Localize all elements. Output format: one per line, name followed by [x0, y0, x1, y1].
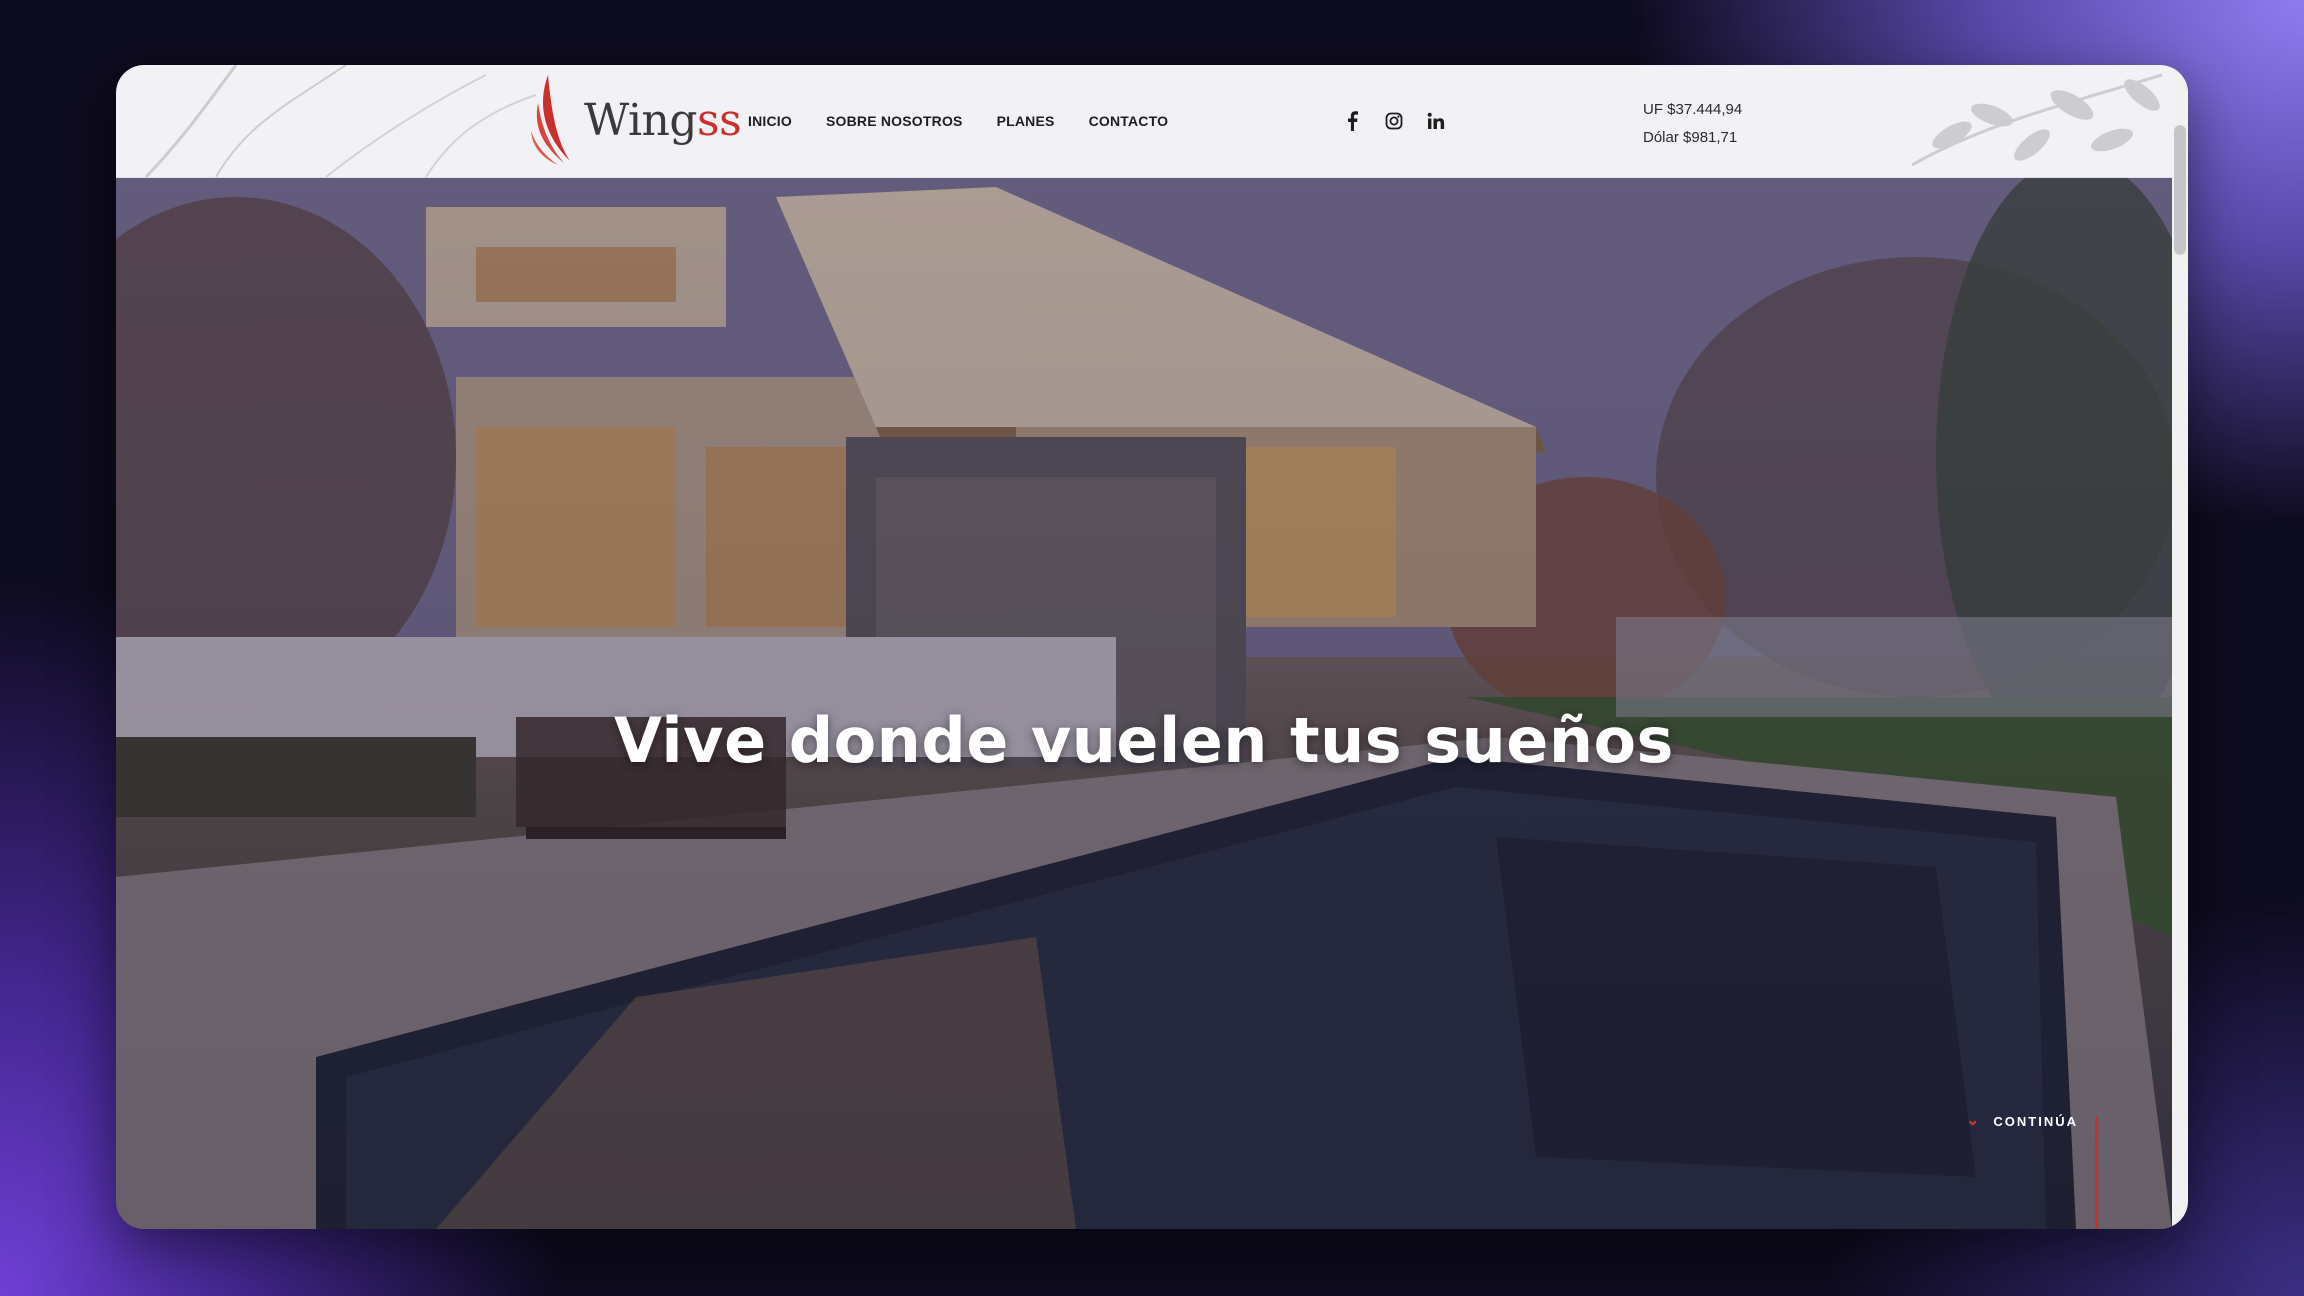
hero-section: Vive donde vuelen tus sueños ⌄ CONTINÚA — [116, 177, 2172, 1229]
linkedin-icon[interactable] — [1426, 111, 1446, 131]
social-links — [1342, 65, 1446, 177]
instagram-icon[interactable] — [1384, 111, 1404, 131]
browser-window: Vive donde vuelen tus sueños ⌄ CONTINÚA — [116, 65, 2188, 1229]
hero-headline: Vive donde vuelen tus sueños — [614, 704, 1674, 777]
site-header: Wingss INICIO SOBRE NOSOTROS PLANES CONT… — [116, 65, 2188, 178]
uf-rate: UF $37.444,94 — [1643, 101, 1743, 118]
brand-logo[interactable]: Wingss — [528, 73, 742, 167]
main-nav: INICIO SOBRE NOSOTROS PLANES CONTACTO — [748, 65, 1168, 177]
chevron-down-icon: ⌄ — [1965, 1112, 1982, 1129]
header-leaves-right — [1911, 73, 2163, 167]
currency-rates: UF $37.444,94 Dólar $981,71 — [1643, 96, 1742, 152]
nav-item-contacto[interactable]: CONTACTO — [1089, 113, 1169, 129]
page-scrollbar[interactable] — [2172, 65, 2188, 1229]
header-branches-left — [144, 65, 537, 177]
nav-item-inicio[interactable]: INICIO — [748, 113, 792, 129]
scrollbar-thumb[interactable] — [2174, 125, 2186, 255]
hero-overlay — [116, 177, 2172, 1229]
nav-item-sobre-nosotros[interactable]: SOBRE NOSOTROS — [826, 113, 963, 129]
nav-item-planes[interactable]: PLANES — [997, 113, 1055, 129]
continue-button[interactable]: ⌄ CONTINÚA — [1966, 1113, 2078, 1129]
wing-logo-icon — [531, 75, 570, 165]
scroll-indicator-line — [2095, 1117, 2098, 1229]
continue-label: CONTINÚA — [1993, 1113, 2078, 1129]
brand-name: Wingss — [584, 94, 742, 146]
dolar-rate: Dólar $981,71 — [1643, 129, 1738, 146]
facebook-icon[interactable] — [1342, 111, 1362, 131]
